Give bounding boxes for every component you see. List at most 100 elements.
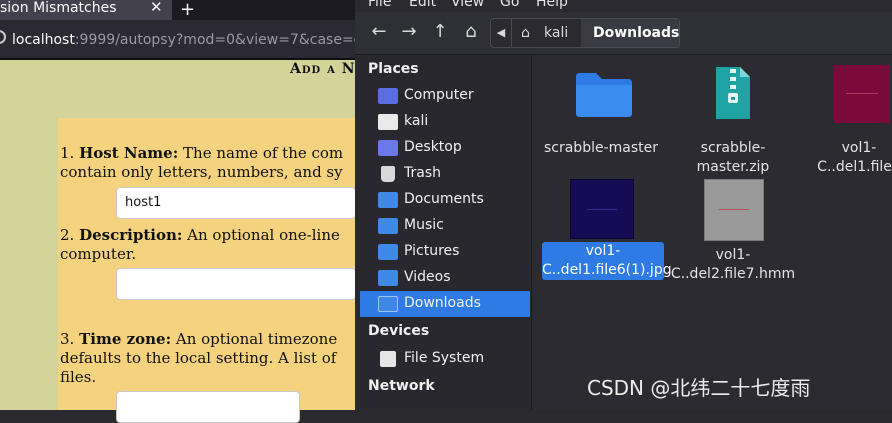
file-item[interactable]: scrabble- master.zip [668, 65, 798, 175]
description-input[interactable] [116, 268, 356, 300]
menu-edit[interactable]: Edit [409, 0, 436, 10]
question-text: An optional timezone [175, 330, 338, 348]
drive-icon [380, 351, 396, 367]
question-label: Description: [79, 226, 183, 244]
site-info-icon[interactable] [0, 30, 6, 44]
question-number: 2. [60, 226, 75, 244]
file-item[interactable]: scrabble-master [536, 65, 666, 165]
watermark: CSDN @北纬二十七度雨 [587, 376, 811, 400]
pictures-folder-icon [378, 244, 398, 260]
file-item[interactable]: vol1- C..del2.file7.hmm [668, 179, 798, 289]
browser-tab[interactable]: sion Mismatches ✕ [0, 0, 172, 20]
menu-bar: File Edit View Go Help [355, 0, 892, 12]
menu-file[interactable]: File [368, 0, 391, 10]
sidebar-item-label: kali [404, 113, 429, 129]
host-name-input[interactable]: host1 [116, 187, 356, 219]
image-thumbnail-icon [704, 179, 764, 241]
up-arrow-icon: ↑ [432, 21, 448, 42]
sidebar-item-documents[interactable]: Documents [360, 187, 530, 213]
sidebar-item-desktop[interactable]: Desktop [360, 135, 530, 161]
file-item[interactable]: vol1- C..del1.file6 [794, 65, 892, 175]
host-name-help: contain only letters, numbers, and sy [60, 163, 343, 181]
computer-icon [378, 88, 398, 104]
image-thumbnail-icon [834, 65, 890, 123]
up-button[interactable]: ↑ [426, 20, 454, 44]
sidebar-item-pictures[interactable]: Pictures [360, 239, 530, 265]
music-folder-icon [378, 218, 398, 234]
breadcrumb-current[interactable]: Downloads [581, 19, 679, 47]
menu-view[interactable]: View [451, 0, 484, 10]
image-thumbnail-icon [570, 179, 634, 239]
home-button[interactable]: ⌂ [457, 20, 485, 44]
desktop-folder-icon [378, 140, 398, 156]
browser-tab-title: sion Mismatches [0, 0, 117, 16]
back-button[interactable]: ← [365, 20, 393, 44]
new-tab-icon[interactable]: + [180, 1, 195, 19]
breadcrumb: ◀ ⌂ kali Downloads [490, 18, 680, 48]
description-question: 2. Description: An optional one-line [60, 226, 340, 245]
file-name: scrabble-master [543, 140, 659, 156]
sidebar-item-label: Documents [404, 191, 484, 207]
sidebar-item-trash[interactable]: Trash [360, 161, 530, 187]
sidebar-item-videos[interactable]: Videos [360, 265, 530, 291]
question-number: 3. [60, 330, 75, 348]
question-text: An optional one-line [187, 226, 340, 244]
documents-folder-icon [378, 192, 398, 208]
sidebar-item-kali[interactable]: kali [360, 109, 530, 135]
sidebar: Places Computer kali Desktop Trash Docum… [355, 55, 532, 410]
sidebar-item-label: Desktop [404, 139, 462, 155]
sidebar-item-label: Pictures [404, 243, 460, 259]
sidebar-item-label: Videos [404, 269, 451, 285]
tab-close-icon[interactable]: ✕ [150, 0, 163, 16]
timezone-input[interactable] [116, 391, 300, 423]
question-text: The name of the com [183, 144, 344, 162]
question-label: Time zone: [79, 330, 172, 348]
sidebar-item-label: Trash [404, 165, 441, 181]
zip-archive-icon [716, 67, 750, 119]
home-folder-icon [378, 114, 398, 130]
file-manager-window: File Edit View Go Help ← → ↑ ⌂ ◀ ⌂ kali … [355, 0, 892, 410]
sidebar-section-places: Places [368, 61, 419, 77]
sidebar-section-devices: Devices [368, 323, 430, 339]
sidebar-item-label: Computer [404, 87, 474, 103]
host-name-question: 1. Host Name: The name of the com [60, 144, 343, 163]
timezone-help-end: files. [60, 368, 97, 386]
description-help: computer. [60, 245, 137, 263]
sidebar-item-label: Downloads [404, 295, 481, 311]
url-host: localhost [12, 32, 75, 48]
question-number: 1. [60, 144, 75, 162]
sidebar-item-music[interactable]: Music [360, 213, 530, 239]
file-item[interactable]: vol1- C..del1.file6(1).jpg [534, 179, 672, 289]
sidebar-item-computer[interactable]: Computer [360, 83, 530, 109]
breadcrumb-scroll-left[interactable]: ◀ [491, 19, 512, 47]
breadcrumb-home-label: kali [544, 25, 569, 41]
breadcrumb-home[interactable]: ⌂ kali [511, 19, 582, 47]
sidebar-item-downloads[interactable]: Downloads [360, 291, 530, 317]
url-text[interactable]: localhost:9999/autopsy?mod=0&view=7&case… [12, 32, 363, 48]
menu-go[interactable]: Go [500, 0, 519, 10]
sidebar-item-label: Music [404, 217, 444, 233]
sidebar-section-network: Network [368, 378, 435, 394]
file-name: scrabble- master.zip [696, 140, 770, 175]
videos-folder-icon [378, 270, 398, 286]
forward-button[interactable]: → [395, 20, 423, 44]
trash-icon [381, 166, 395, 182]
page-title: Add a N [290, 61, 356, 77]
sidebar-item-file-system[interactable]: File System [360, 346, 530, 372]
file-name: vol1- C..del1.file6(1).jpg [542, 242, 672, 280]
folder-icon [576, 73, 632, 117]
menu-help[interactable]: Help [536, 0, 568, 10]
url-path: :9999/autopsy?mod=0&view=7&case=g [74, 32, 363, 48]
home-icon: ⌂ [521, 25, 530, 41]
toolbar: ← → ↑ ⌂ ◀ ⌂ kali Downloads [355, 12, 892, 55]
forward-arrow-icon: → [401, 21, 417, 42]
downloads-folder-icon [378, 296, 398, 312]
file-name: vol1- C..del2.file7.hmm [670, 247, 796, 282]
question-label: Host Name: [79, 144, 179, 162]
home-icon: ⌂ [465, 21, 477, 42]
sidebar-item-label: File System [404, 350, 485, 366]
back-arrow-icon: ← [371, 21, 387, 42]
host-name-value: host1 [125, 195, 162, 210]
timezone-question: 3. Time zone: An optional timezone [60, 330, 337, 349]
file-view: scrabble-master scrabble- master.zip vol… [532, 55, 892, 410]
